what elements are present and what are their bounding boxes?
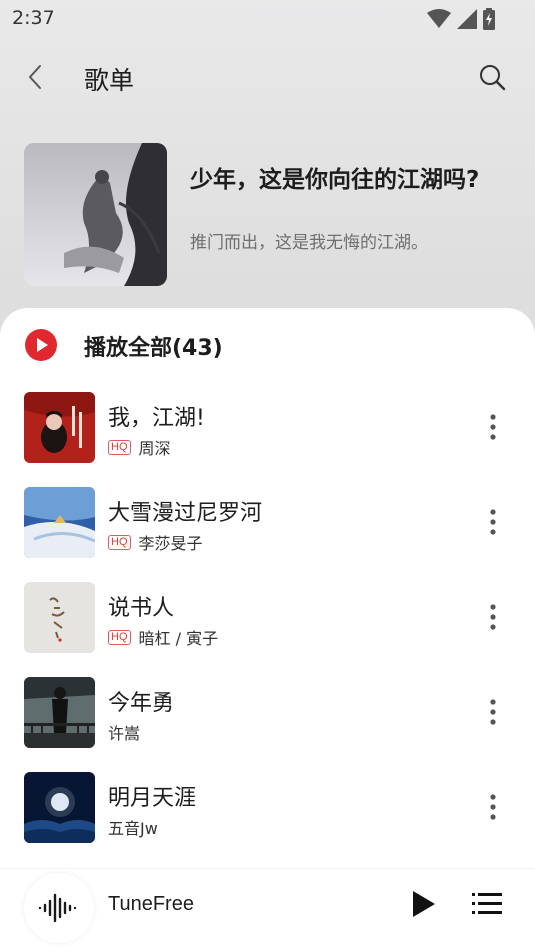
player-track-title: TuneFree <box>108 893 194 915</box>
song-item[interactable]: 大雪漫过尼罗河 HQ 李莎旻子 <box>0 477 535 572</box>
search-icon <box>480 65 506 91</box>
song-meta: HQ 暗杠 / 寅子 <box>108 625 218 649</box>
song-item[interactable]: 今年勇 许嵩 <box>0 667 535 762</box>
song-title: 我，江湖! <box>108 406 205 431</box>
song-meta: HQ 李莎旻子 <box>108 530 203 554</box>
song-cover-image <box>24 487 95 558</box>
more-options-button[interactable] <box>481 602 505 632</box>
status-bar: 2:37 <box>0 0 535 36</box>
more-options-button[interactable] <box>481 792 505 822</box>
song-artist: 许嵩 <box>108 724 141 743</box>
playlist-description: 推门而出，这是我无悔的江湖。 <box>190 233 428 253</box>
more-vertical-icon <box>490 794 496 820</box>
more-options-button[interactable] <box>481 697 505 727</box>
song-cover-image <box>24 582 95 653</box>
play-icon <box>413 891 435 917</box>
hq-badge: HQ <box>108 629 131 645</box>
song-item[interactable]: 我，江湖! HQ 周深 <box>0 382 535 477</box>
more-vertical-icon <box>490 699 496 725</box>
chevron-left-icon <box>29 65 41 89</box>
more-options-button[interactable] <box>481 507 505 537</box>
playlist-queue-button[interactable] <box>470 889 504 919</box>
song-cover <box>24 772 95 843</box>
song-artist: 李莎旻子 <box>138 534 203 553</box>
playlist-cover[interactable] <box>24 143 167 286</box>
song-cover-image <box>24 677 95 748</box>
more-vertical-icon <box>490 604 496 630</box>
song-meta: 许嵩 <box>108 720 140 744</box>
song-meta: HQ 周深 <box>108 435 171 459</box>
app-header: 歌单 <box>0 50 535 106</box>
waveform-icon <box>38 893 77 923</box>
hq-badge: HQ <box>108 439 131 455</box>
song-sheet: 播放全部(43) 我，江湖! HQ 周深 大雪漫过尼罗河 HQ 李莎旻子 说书人… <box>0 308 535 951</box>
status-icons <box>427 8 495 30</box>
playlist-name: 少年，这是你向往的江湖吗? <box>190 167 480 193</box>
song-artist: 周深 <box>138 439 171 458</box>
song-cover <box>24 392 95 463</box>
playlist-cover-image <box>24 143 167 286</box>
song-artist: 暗杠 / 寅子 <box>138 629 219 648</box>
song-item[interactable]: 明月天涯 五音Jw <box>0 762 535 857</box>
mini-player[interactable]: TuneFree <box>0 869 535 951</box>
song-item[interactable]: 说书人 HQ 暗杠 / 寅子 <box>0 572 535 667</box>
song-title: 大雪漫过尼罗河 <box>108 501 263 526</box>
song-cover-image <box>24 392 95 463</box>
back-button[interactable] <box>22 62 52 92</box>
play-all-label: 播放全部(43) <box>84 336 223 361</box>
song-cover-image <box>24 772 95 843</box>
song-title: 明月天涯 <box>108 786 197 811</box>
search-button[interactable] <box>477 62 507 92</box>
battery-icon <box>483 8 495 30</box>
more-vertical-icon <box>490 414 496 440</box>
play-button[interactable] <box>406 887 440 921</box>
player-artwork[interactable] <box>24 873 94 943</box>
song-title: 说书人 <box>108 596 175 621</box>
song-cover <box>24 487 95 558</box>
hq-badge: HQ <box>108 534 131 550</box>
status-time: 2:37 <box>12 7 55 29</box>
more-vertical-icon <box>490 509 496 535</box>
song-list: 我，江湖! HQ 周深 大雪漫过尼罗河 HQ 李莎旻子 说书人 HQ 暗杠 / … <box>0 382 535 857</box>
queue-list-icon <box>472 893 502 914</box>
play-all-button[interactable]: 播放全部(43) <box>0 308 535 382</box>
song-artist: 五音Jw <box>108 819 158 838</box>
song-cover <box>24 677 95 748</box>
song-cover <box>24 582 95 653</box>
cell-signal-icon <box>457 9 477 29</box>
page-title: 歌单 <box>84 66 135 95</box>
song-meta: 五音Jw <box>108 815 158 839</box>
play-circle-icon <box>25 329 57 361</box>
more-options-button[interactable] <box>481 412 505 442</box>
wifi-icon <box>427 9 451 28</box>
song-title: 今年勇 <box>108 691 175 716</box>
